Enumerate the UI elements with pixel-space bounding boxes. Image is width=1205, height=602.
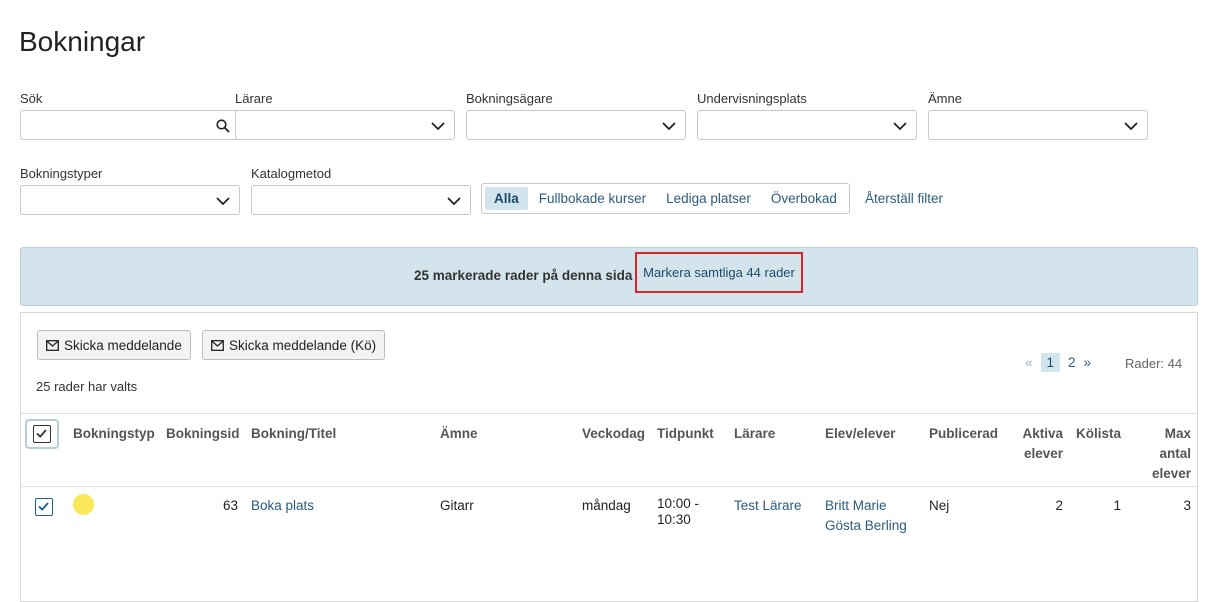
col-booking-id[interactable]: Bokningsid: [166, 424, 240, 444]
pagination: « 1 2 »: [1025, 353, 1091, 372]
search-input[interactable]: [21, 111, 201, 139]
col-teacher[interactable]: Lärare: [734, 424, 775, 444]
table-row: 63 Boka plats Gitarr måndag 10:00 - 10:3…: [21, 488, 1197, 548]
chevron-down-icon: [216, 197, 230, 206]
quick-filter-overbooked[interactable]: Överbokad: [762, 187, 846, 210]
pagination-page-1[interactable]: 1: [1040, 353, 1061, 372]
bookings-table-panel: Skicka meddelande Skicka meddelande (Kö)…: [20, 312, 1198, 602]
cell-student-link-1[interactable]: Britt Marie: [825, 496, 887, 516]
table-header: Bokningstyp Bokningsid Bokning/Titel Ämn…: [21, 413, 1197, 487]
booking-types-label: Bokningstyper: [20, 166, 103, 181]
reset-filter-link[interactable]: Återställ filter: [865, 191, 943, 206]
rows-info: Rader: 44: [1125, 356, 1183, 371]
chevron-down-icon: [447, 197, 461, 206]
pagination-next[interactable]: »: [1084, 355, 1092, 370]
select-all-rows-link[interactable]: Markera samtliga 44 rader: [635, 252, 803, 293]
col-published[interactable]: Publicerad: [929, 424, 998, 444]
booking-owner-field: Bokningsägare: [466, 91, 686, 140]
booking-types-select[interactable]: [20, 185, 240, 215]
quick-filter-fully-booked[interactable]: Fullbokade kurser: [530, 187, 655, 210]
booking-types-field: Bokningstyper: [20, 166, 240, 215]
send-message-queue-button[interactable]: Skicka meddelande (Kö): [202, 330, 386, 360]
cell-booking-title-link[interactable]: Boka plats: [251, 496, 314, 516]
cell-published: Nej: [929, 498, 950, 513]
cell-max-students: 3: [1183, 498, 1191, 513]
search-label: Sök: [20, 91, 43, 106]
cell-queue: 1: [1113, 498, 1121, 513]
subject-select[interactable]: [928, 110, 1148, 140]
teacher-label: Lärare: [235, 91, 273, 106]
teaching-location-label: Undervisningsplats: [697, 91, 807, 106]
chevron-down-icon: [893, 122, 907, 131]
col-max-students[interactable]: Max antal elever: [1141, 424, 1191, 484]
send-message-queue-label: Skicka meddelande (Kö): [229, 337, 377, 353]
pagination-page-2[interactable]: 2: [1068, 355, 1076, 370]
catalog-method-label: Katalogmetod: [251, 166, 332, 181]
checkmark-icon: [38, 502, 49, 511]
cell-weekday: måndag: [582, 498, 631, 513]
col-queue[interactable]: Kölista: [1076, 424, 1121, 444]
chevron-down-icon: [662, 122, 676, 131]
envelope-icon: [211, 339, 224, 351]
col-booking-title[interactable]: Bokning/Titel: [251, 424, 336, 444]
subject-field: Ämne: [928, 91, 1148, 140]
select-all-checkbox-wrap[interactable]: [25, 419, 59, 449]
booking-owner-select[interactable]: [466, 110, 686, 140]
col-weekday[interactable]: Veckodag: [582, 424, 645, 444]
catalog-method-select[interactable]: [251, 185, 471, 215]
checkmark-icon: [36, 429, 47, 438]
teaching-location-select[interactable]: [697, 110, 917, 140]
page-title: Bokningar: [19, 26, 146, 57]
select-all-checkbox[interactable]: [33, 425, 51, 443]
chevron-down-icon: [1124, 122, 1138, 131]
cell-student-link-2[interactable]: Gösta Berling: [825, 516, 907, 536]
col-subject[interactable]: Ämne: [440, 424, 478, 444]
quick-filter-group: Alla Fullbokade kurser Lediga platser Öv…: [481, 183, 850, 214]
selection-text: 25 markerade rader på denna sida: [414, 268, 633, 283]
teacher-select[interactable]: [235, 110, 455, 140]
envelope-icon: [46, 339, 59, 351]
send-message-button[interactable]: Skicka meddelande: [37, 330, 191, 360]
booking-type-indicator: [73, 494, 94, 515]
teacher-field: Lärare: [235, 91, 455, 140]
search-input-box[interactable]: [20, 110, 240, 140]
col-time[interactable]: Tidpunkt: [657, 424, 714, 444]
search-icon[interactable]: [216, 119, 230, 133]
col-booking-type[interactable]: Bokningstyp: [73, 424, 155, 444]
col-students[interactable]: Elev/elever: [825, 424, 896, 444]
cell-subject: Gitarr: [440, 498, 474, 513]
subject-label: Ämne: [928, 91, 962, 106]
selected-count: 25 rader har valts: [36, 379, 138, 394]
selection-bar: 25 markerade rader på denna sida Markera…: [20, 247, 1198, 306]
catalog-method-field: Katalogmetod: [251, 166, 471, 215]
cell-booking-id: 63: [222, 498, 238, 513]
booking-owner-label: Bokningsägare: [466, 91, 553, 106]
cell-time: 10:00 - 10:30: [657, 496, 700, 527]
cell-teacher-link[interactable]: Test Lärare: [734, 496, 802, 516]
col-active-students[interactable]: Aktiva elever: [1017, 424, 1063, 464]
search-field: Sök: [20, 91, 240, 140]
quick-filter-all[interactable]: Alla: [485, 187, 528, 210]
send-message-label: Skicka meddelande: [64, 337, 182, 353]
row-checkbox[interactable]: [35, 498, 53, 516]
chevron-down-icon: [431, 122, 445, 131]
teaching-location-field: Undervisningsplats: [697, 91, 917, 140]
pagination-prev[interactable]: «: [1025, 355, 1033, 370]
cell-active-students: 2: [1055, 498, 1063, 513]
quick-filter-available[interactable]: Lediga platser: [657, 187, 760, 210]
